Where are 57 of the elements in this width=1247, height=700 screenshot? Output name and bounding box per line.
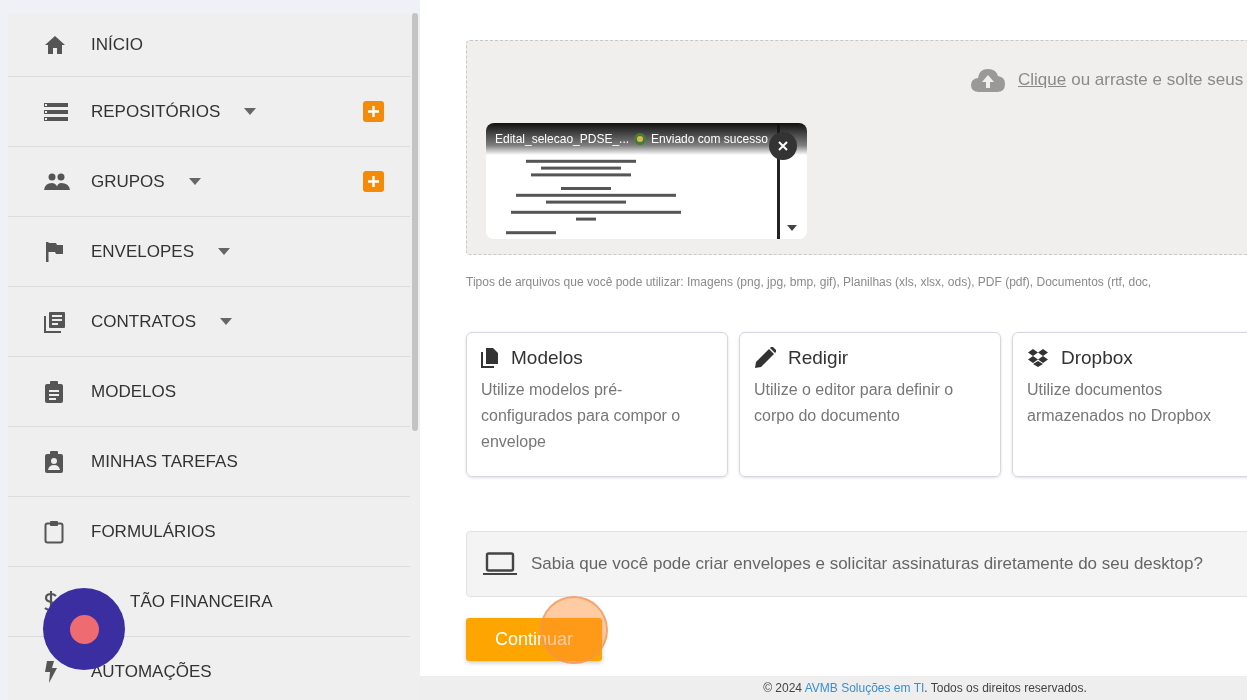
documents-icon [44,310,66,333]
add-icon[interactable] [363,100,384,122]
card-description: Utilize documentos armazenados no Dropbox [1027,380,1213,426]
home-icon [44,34,66,55]
card-description: Utilize modelos pré-configurados para compor o envelope [481,380,682,452]
sidebar-item-label: FORMULÁRIOS [91,521,216,542]
emblem-icon [633,132,648,146]
sidebar-item[interactable]: ENVELOPES [8,217,410,287]
sidebar-item[interactable]: CONTRATOS [8,287,410,357]
caret-icon [244,108,257,115]
clipboard-icon [44,380,64,403]
dropbox-icon [1027,348,1049,368]
sidebar-item-label: GRUPOS [91,171,165,192]
option-card[interactable]: Modelos Utilize modelos pré-configurados para compor o envelope [466,332,728,477]
card-title: Redigir [788,347,849,369]
drop-zone[interactable]: Clique ou arraste e solte seus Edital_selecao_PDSE_... Enviado com sucesso [466,40,1247,255]
sidebar-item[interactable]: MODELOS [8,357,410,427]
lightning-icon [44,660,58,683]
copy-icon [481,348,499,368]
upload-status: Enviado com sucesso [651,132,768,146]
drop-instruction: ou arraste e solte seus [1071,70,1244,90]
card-title: Dropbox [1061,347,1133,369]
add-icon[interactable] [363,170,384,192]
flag-icon [44,240,64,263]
clipboard-person-icon [44,450,64,473]
sidebar-item-label: TÃO FINANCEIRA [130,591,273,612]
card-description: Utilize o editor para definir o corpo do documento [754,380,955,426]
card-title: Modelos [511,347,583,369]
scroll-down-icon[interactable] [787,225,797,231]
sidebar-item-label: ENVELOPES [91,241,194,262]
sidebar-item[interactable]: INÍCIO [8,13,410,77]
close-icon [778,141,788,151]
sidebar-item-label: MINHAS TAREFAS [91,451,238,472]
file-types-hint: Tipos de arquivos que você pode utilizar: Imagens (png, jpg, bmp, gif), Planilhas (xls, xlsx, ods), PDF (pdf), Documentos (rtf, doc, [466,275,1153,289]
pencil-icon [754,347,776,369]
list-icon [44,101,68,122]
sidebar-item-label: AUTOMAÇÕES [91,661,212,682]
desktop-tip-text: Sabia que você pode criar envelopes e solicitar assinaturas diretamente do seu desktop? [531,554,1203,574]
sidebar-item[interactable]: REPOSITÓRIOS [8,77,410,147]
clipboard-icon [44,519,64,544]
caret-icon [220,318,233,325]
file-name: Edital_selecao_PDSE_... [495,132,630,146]
sidebar-item[interactable]: MINHAS TAREFAS [8,427,410,497]
footer-text: © 2024 AVMB Soluções em TI. Todos os direitos reservados. [763,681,1087,695]
sidebar-item-label: CONTRATOS [91,311,197,332]
cloud-upload-icon [970,67,1006,93]
sidebar-item-label: MODELOS [91,381,177,402]
sidebar-item-label: REPOSITÓRIOS [91,101,221,122]
scrollbar-thumb[interactable] [412,13,418,431]
people-icon [44,172,70,191]
sidebar-item[interactable]: GRUPOS [8,147,410,217]
caret-icon [218,248,230,255]
laptop-icon [483,552,517,576]
sidebar-item-label: INÍCIO [91,34,143,55]
caret-icon [188,178,201,185]
option-card[interactable]: Redigir Utilize o editor para definir o corpo do documento [739,332,1001,477]
option-card[interactable]: Dropbox Utilize documentos armazenados no Dropbox [1012,332,1247,477]
